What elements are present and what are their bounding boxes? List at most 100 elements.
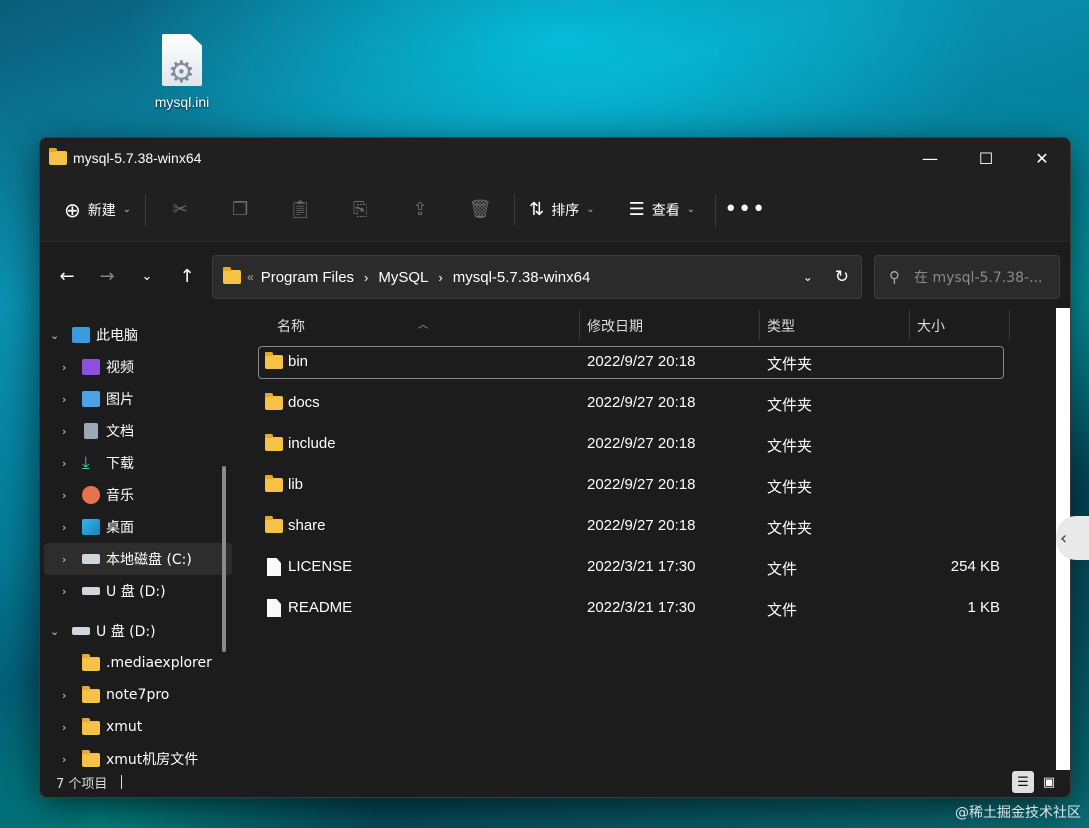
file-row-share[interactable]: share 2022/9/27 20:18 文件夹: [258, 506, 1058, 547]
file-row-docs[interactable]: docs 2022/9/27 20:18 文件夹: [258, 383, 1058, 424]
sidebar-item-downloads[interactable]: › ⤓ 下载: [40, 447, 236, 479]
collapsed-chevron-icon[interactable]: ›: [62, 585, 66, 598]
column-header-name[interactable]: 名称: [277, 316, 305, 336]
navigation-pane: ⌄ 此电脑 › 视频 › 图片 › 文档 › ⤓ 下载 › 音乐 › 桌面 › …: [40, 308, 236, 770]
collapsed-chevron-icon[interactable]: ›: [62, 753, 66, 766]
sidebar-item-xmut-lab-files[interactable]: › xmut机房文件: [40, 743, 236, 770]
sort-icon: ⇅: [529, 199, 545, 220]
sidebar-scrollbar-thumb[interactable]: [222, 466, 226, 652]
new-button[interactable]: ⊕ 新建 ⌄: [54, 190, 141, 230]
expanded-chevron-icon[interactable]: ⌄: [50, 625, 59, 638]
sidebar-item-usb-drive-d[interactable]: › U 盘 (D:): [40, 575, 236, 607]
title-bar: mysql-5.7.38-winx64 — ☐ ✕: [40, 138, 1070, 178]
column-header-type[interactable]: 类型: [767, 316, 795, 336]
sidebar-item-local-disk-c[interactable]: › 本地磁盘 (C:): [44, 543, 232, 575]
back-arrow-icon[interactable]: ←: [47, 256, 87, 296]
sidebar-item-note7pro[interactable]: › note7pro: [40, 679, 236, 711]
picture-icon: [82, 391, 100, 407]
sidebar-item-music[interactable]: › 音乐: [40, 479, 236, 511]
up-arrow-icon[interactable]: ↑: [167, 256, 207, 296]
breadcrumb-mysql[interactable]: MySQL: [378, 269, 428, 286]
file-name: share: [288, 517, 326, 534]
collapsed-chevron-icon[interactable]: ›: [62, 457, 66, 470]
sidebar-item-usb-drive-d-root[interactable]: ⌄ U 盘 (D:): [40, 615, 236, 647]
refresh-icon[interactable]: ↻: [835, 267, 849, 287]
share-icon[interactable]: ⇪: [390, 190, 450, 230]
breadcrumb-current-folder[interactable]: mysql-5.7.38-winx64: [453, 269, 591, 286]
paste-icon[interactable]: 📋︎: [270, 190, 330, 230]
sidebar-item-videos[interactable]: › 视频: [40, 351, 236, 383]
file-name: LICENSE: [288, 558, 353, 575]
sort-ascending-caret-icon: ︿: [418, 320, 428, 331]
sidebar-item-documents[interactable]: › 文档: [40, 415, 236, 447]
column-divider[interactable]: [909, 310, 910, 340]
collapsed-chevron-icon[interactable]: ›: [62, 489, 66, 502]
collapsed-chevron-icon[interactable]: ›: [62, 521, 66, 534]
folder-icon: [82, 654, 100, 671]
column-divider[interactable]: [1009, 310, 1010, 340]
breadcrumb-chevron-icon[interactable]: ›: [438, 270, 442, 285]
file-row-include[interactable]: include 2022/9/27 20:18 文件夹: [258, 424, 1058, 465]
sort-button[interactable]: ⇅ 排序 ⌄: [519, 190, 604, 230]
folder-icon: [265, 516, 283, 533]
file-row-readme[interactable]: README 2022/3/21 17:30 文件 1 KB: [258, 588, 1058, 629]
more-options-button[interactable]: •••: [720, 197, 770, 222]
command-bar: ⊕ 新建 ⌄ ✂ ❐ 📋︎ ⎘ ⇪ 🗑︎ ⇅ 排序 ⌄ ☰ 查看 ⌄ •••: [40, 178, 1070, 242]
sidebar-item-this-pc[interactable]: ⌄ 此电脑: [40, 319, 236, 351]
plus-circle-icon: ⊕: [64, 197, 81, 222]
folder-icon: [223, 267, 241, 284]
copy-icon[interactable]: ❐: [210, 190, 270, 230]
item-count: 7 个项目: [56, 776, 108, 792]
window-title: mysql-5.7.38-winx64: [73, 150, 202, 166]
tiles-view-icon[interactable]: ▣: [1038, 771, 1060, 793]
file-row-lib[interactable]: lib 2022/9/27 20:18 文件夹: [258, 465, 1058, 506]
rename-icon[interactable]: ⎘: [330, 190, 390, 230]
close-button[interactable]: ✕: [1014, 138, 1070, 178]
sidebar-item-desktop[interactable]: › 桌面: [40, 511, 236, 543]
column-divider[interactable]: [579, 310, 580, 340]
address-bar[interactable]: « Program Files › MySQL › mysql-5.7.38-w…: [212, 255, 862, 299]
file-modified: 2022/9/27 20:18: [587, 517, 696, 534]
column-header-modified[interactable]: 修改日期: [587, 316, 643, 336]
cut-icon[interactable]: ✂: [150, 190, 210, 230]
details-view-icon[interactable]: ☰: [1012, 771, 1034, 793]
collapse-arrow-icon[interactable]: ‹: [1056, 516, 1089, 560]
file-modified: 2022/9/27 20:18: [587, 353, 696, 370]
chevron-down-icon: ⌄: [122, 204, 132, 215]
sidebar-item-mediaexplorer[interactable]: .mediaexplorer: [40, 647, 236, 679]
folder-icon: [265, 352, 283, 369]
address-history-chevron-icon[interactable]: ⌄: [803, 270, 813, 284]
file-type: 文件夹: [767, 519, 813, 537]
chevron-down-icon: ⌄: [586, 204, 595, 215]
collapsed-chevron-icon[interactable]: ›: [62, 553, 66, 566]
file-type: 文件: [767, 560, 798, 578]
folder-icon: [82, 686, 100, 703]
status-bar: 7 个项目 ☰ ▣: [40, 767, 1070, 797]
breadcrumb-chevron-icon[interactable]: ›: [364, 270, 368, 285]
recent-locations-chevron-icon[interactable]: ⌄: [127, 256, 167, 296]
column-divider[interactable]: [759, 310, 760, 340]
delete-icon[interactable]: 🗑︎: [450, 190, 510, 230]
forward-arrow-icon[interactable]: →: [87, 256, 127, 296]
chevron-down-icon: ⌄: [686, 204, 696, 215]
view-list-icon: ☰: [628, 199, 645, 220]
view-button[interactable]: ☰ 查看 ⌄: [619, 190, 706, 230]
collapsed-chevron-icon[interactable]: ›: [62, 721, 66, 734]
sidebar-item-pictures[interactable]: › 图片: [40, 383, 236, 415]
collapsed-chevron-icon[interactable]: ›: [62, 689, 66, 702]
file-row-license[interactable]: LICENSE 2022/3/21 17:30 文件 254 KB: [258, 547, 1058, 588]
minimize-button[interactable]: —: [902, 138, 958, 178]
desktop-file-mysql-ini[interactable]: ⚙ mysql.ini: [142, 34, 222, 110]
search-input[interactable]: ⚲ 在 mysql-5.7.38-...: [874, 255, 1060, 299]
sort-button-label: 排序: [551, 202, 580, 219]
maximize-button[interactable]: ☐: [958, 138, 1014, 178]
expanded-chevron-icon[interactable]: ⌄: [50, 329, 59, 342]
collapsed-chevron-icon[interactable]: ›: [62, 425, 66, 438]
breadcrumb-program-files[interactable]: Program Files: [261, 269, 354, 286]
column-header-size[interactable]: 大小: [917, 316, 945, 336]
sidebar-item-xmut[interactable]: › xmut: [40, 711, 236, 743]
collapsed-chevron-icon[interactable]: ›: [62, 393, 66, 406]
collapsed-chevron-icon[interactable]: ›: [62, 361, 66, 374]
overflow-icon[interactable]: «: [247, 270, 254, 284]
file-row-bin[interactable]: bin 2022/9/27 20:18 文件夹: [258, 342, 1058, 383]
